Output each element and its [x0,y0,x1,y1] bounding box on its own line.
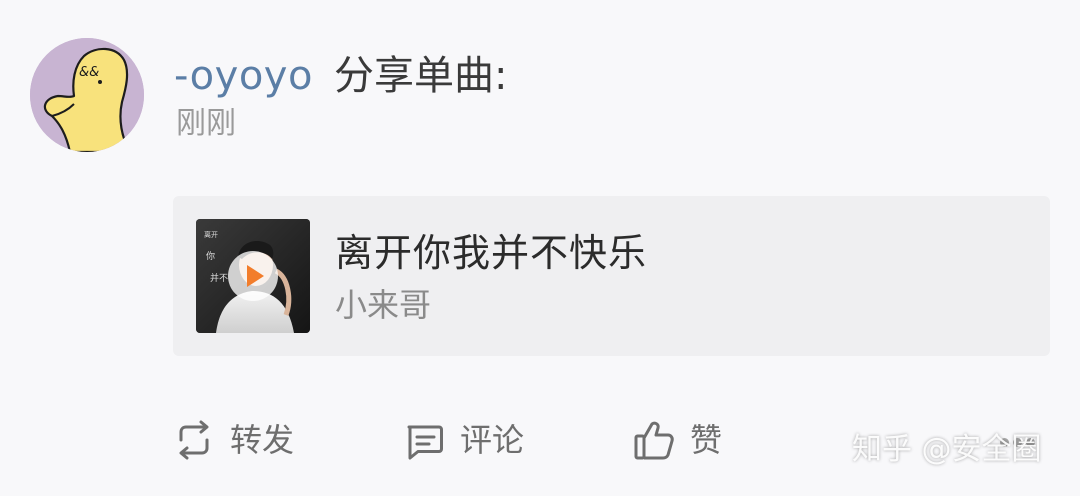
song-title[interactable]: 离开你我并不快乐 [335,228,647,278]
svg-text:离开: 离开 [204,230,218,239]
timestamp: 刚刚 [176,106,236,141]
comment-button[interactable]: 评论 [402,414,524,466]
repost-button[interactable]: 转发 [172,414,294,466]
svg-text:你: 你 [206,250,215,262]
thumbs-up-icon [634,421,674,460]
play-icon [247,265,264,287]
duck-avatar-icon: && [30,38,144,152]
repost-icon [179,420,209,460]
avatar[interactable]: && [30,38,144,152]
comment-label: 评论 [460,421,525,459]
watermark: 知乎 @安全圈 [852,432,1042,467]
svg-text:并不: 并不 [210,272,228,284]
post-view: && -oyoyo 分享单曲: 刚刚 离开 你 并不 离开你我并不快乐 小来哥 … [0,0,1080,496]
play-button[interactable] [228,251,278,301]
song-card[interactable]: 离开 你 并不 离开你我并不快乐 小来哥 [173,196,1050,356]
like-label: 赞 [690,421,723,459]
song-artist[interactable]: 小来哥 [335,284,431,326]
album-cover[interactable]: 离开 你 并不 [196,219,310,333]
username[interactable]: -oyoyo [174,50,313,102]
share-label: 分享单曲: [334,53,508,99]
comment-icon [407,425,443,460]
svg-text:&&: && [79,65,99,80]
like-button[interactable]: 赞 [632,414,722,466]
repost-label: 转发 [230,421,295,459]
